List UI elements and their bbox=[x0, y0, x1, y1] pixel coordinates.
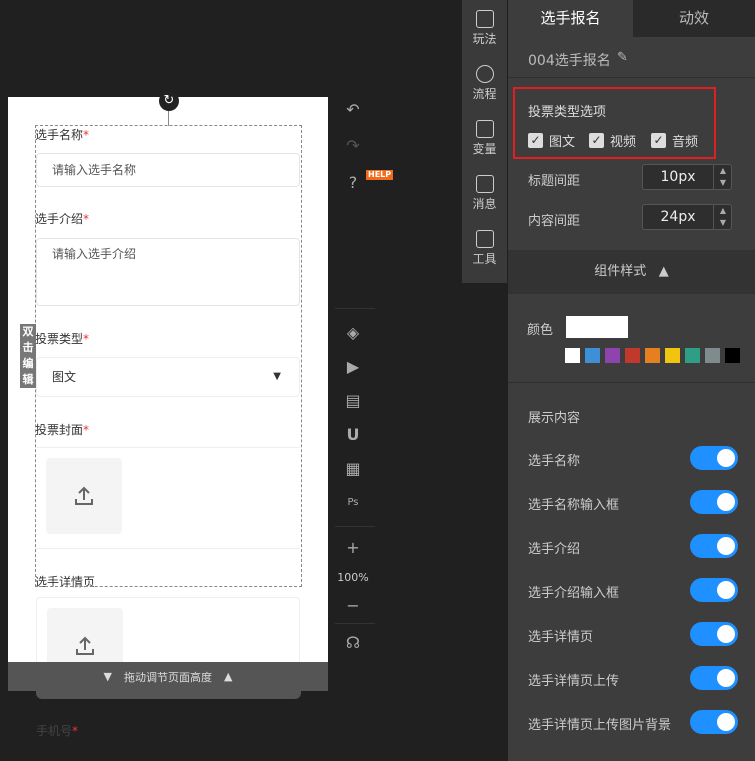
grid-icon[interactable]: ▦ bbox=[342, 458, 364, 480]
color-label: 颜色 bbox=[527, 323, 554, 338]
checkbox-video[interactable]: ✓ 视频 bbox=[589, 131, 636, 150]
show-item-label: 选手介绍 bbox=[528, 542, 581, 557]
help-icon[interactable]: ? bbox=[342, 172, 364, 194]
ps-icon[interactable]: Ps bbox=[342, 492, 364, 514]
toggle-intro-input[interactable] bbox=[690, 578, 738, 602]
title-spacing-stepper[interactable]: 10px ▲ ▼ bbox=[642, 164, 732, 190]
content-spacing-label: 内容间距 bbox=[528, 214, 581, 229]
mobile-label: 手机号* bbox=[36, 724, 79, 738]
upload-icon bbox=[76, 636, 94, 655]
tool-message[interactable]: 消息 bbox=[462, 175, 507, 212]
tool-gameplay[interactable]: 玩法 bbox=[462, 10, 507, 47]
toggle-detail-page[interactable] bbox=[690, 622, 738, 646]
arrow-up-icon: ▲ bbox=[224, 670, 233, 683]
toggle-contestant-name[interactable] bbox=[690, 446, 738, 470]
content-spacing-stepper[interactable]: 24px ▲ ▼ bbox=[642, 204, 732, 230]
stepper-arrows-icon[interactable]: ▲ ▼ bbox=[713, 165, 732, 189]
color-swatch-yellow[interactable] bbox=[665, 348, 680, 363]
component-style-header[interactable]: 组件样式 ▲ bbox=[508, 250, 755, 294]
show-item-label: 选手名称输入框 bbox=[528, 498, 620, 513]
message-icon bbox=[475, 175, 494, 193]
vote-options-title: 投票类型选项 bbox=[528, 105, 607, 120]
toggle-name-input[interactable] bbox=[690, 490, 738, 514]
collapse-up-icon: ▲ bbox=[658, 264, 669, 279]
component-name: 004选手报名 bbox=[528, 53, 611, 69]
toolbar-divider bbox=[335, 308, 375, 309]
resize-bar-label: 拖动调节页面高度 bbox=[124, 670, 212, 684]
toolbar-divider bbox=[335, 526, 375, 527]
arrow-down-icon: ▼ bbox=[103, 670, 112, 683]
color-swatch-black[interactable] bbox=[725, 348, 740, 363]
tab-animation[interactable]: 动效 bbox=[633, 0, 755, 37]
show-item-label: 选手详情页 bbox=[528, 630, 594, 645]
color-swatch-blue[interactable] bbox=[585, 348, 600, 363]
play-icon[interactable]: ▶ bbox=[342, 356, 364, 378]
page-height-resize-bar[interactable]: ▼ 拖动调节页面高度 ▲ bbox=[8, 662, 328, 691]
stepper-arrows-icon[interactable]: ▲ ▼ bbox=[713, 205, 732, 229]
current-color-swatch[interactable] bbox=[566, 316, 628, 338]
title-spacing-value[interactable]: 10px bbox=[643, 165, 713, 189]
show-content-title: 展示内容 bbox=[528, 411, 581, 426]
film-icon[interactable]: ▤ bbox=[342, 390, 364, 412]
color-swatch-teal[interactable] bbox=[685, 348, 700, 363]
title-spacing-label: 标题间距 bbox=[528, 174, 581, 189]
panel-divider bbox=[508, 77, 755, 78]
double-click-edit-tag[interactable]: 双击编辑 bbox=[20, 324, 36, 388]
tool-variable[interactable]: 变量 bbox=[462, 120, 507, 157]
checkbox-graphic[interactable]: ✓ 图文 bbox=[528, 131, 575, 150]
tool-toolbox[interactable]: 工具 bbox=[462, 230, 507, 267]
zoom-level: 100% bbox=[337, 571, 369, 584]
variable-icon bbox=[475, 120, 494, 138]
tool-flow[interactable]: 流程 bbox=[462, 65, 507, 102]
flow-icon bbox=[475, 65, 494, 83]
gameplay-icon bbox=[475, 10, 494, 28]
help-badge: HELP bbox=[366, 170, 394, 180]
pencil-icon[interactable]: ✎ bbox=[617, 50, 628, 65]
color-swatch-red[interactable] bbox=[625, 348, 640, 363]
show-item-label: 选手详情页上传图片背景 bbox=[528, 718, 672, 733]
show-item-label: 选手介绍输入框 bbox=[528, 586, 620, 601]
toolbox-icon bbox=[475, 230, 494, 248]
toolbar-divider bbox=[335, 623, 375, 624]
checkbox-audio[interactable]: ✓ 音频 bbox=[651, 131, 698, 150]
color-swatch-orange[interactable] bbox=[645, 348, 660, 363]
rotate-icon[interactable]: ↻ bbox=[159, 91, 179, 111]
tab-contestant-signup[interactable]: 选手报名 bbox=[508, 0, 633, 37]
toggle-detail-upload-bg[interactable] bbox=[690, 710, 738, 734]
show-item-label: 选手名称 bbox=[528, 454, 581, 469]
redo-icon[interactable]: ↷ bbox=[342, 135, 364, 157]
show-item-label: 选手详情页上传 bbox=[528, 674, 620, 689]
zoom-out-icon[interactable]: − bbox=[342, 595, 364, 617]
checkbox-icon: ✓ bbox=[528, 133, 543, 148]
layers-icon[interactable]: ◈ bbox=[342, 322, 364, 344]
panel-divider bbox=[508, 382, 755, 383]
color-swatch-purple[interactable] bbox=[605, 348, 620, 363]
canvas-overflow bbox=[36, 691, 301, 699]
zoom-in-icon[interactable]: + bbox=[342, 537, 364, 559]
toggle-detail-upload[interactable] bbox=[690, 666, 738, 690]
magnet-icon[interactable]: U bbox=[342, 424, 364, 446]
rotate-line bbox=[168, 110, 169, 126]
toggle-contestant-intro[interactable] bbox=[690, 534, 738, 558]
content-spacing-value[interactable]: 24px bbox=[643, 205, 713, 229]
checkbox-icon: ✓ bbox=[589, 133, 604, 148]
checkbox-icon: ✓ bbox=[651, 133, 666, 148]
color-swatch-white[interactable] bbox=[565, 348, 580, 363]
color-swatch-gray[interactable] bbox=[705, 348, 720, 363]
undo-icon[interactable]: ↶ bbox=[342, 99, 364, 121]
headset-icon[interactable]: ☊ bbox=[342, 632, 364, 654]
selection-outline[interactable] bbox=[35, 125, 302, 587]
panel-tabs: 选手报名 动效 bbox=[508, 0, 755, 37]
